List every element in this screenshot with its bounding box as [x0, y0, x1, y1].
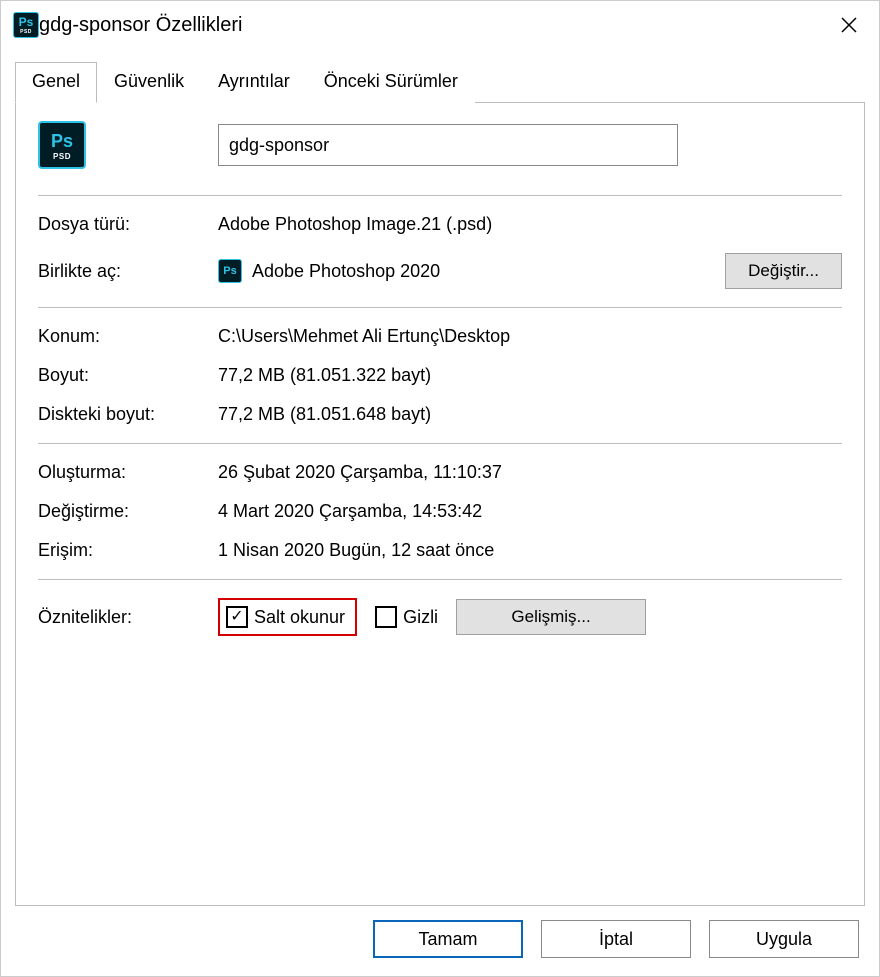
apply-button[interactable]: Uygula [709, 920, 859, 958]
tab-strip: Genel Güvenlik Ayrıntılar Önceki Sürümle… [15, 61, 865, 103]
psd-file-icon: PsPSD [13, 12, 39, 38]
size-value: 77,2 MB (81.051.322 bayt) [218, 365, 842, 386]
opens-with-row: Birlikte aç: Ps Adobe Photoshop 2020 Değ… [38, 253, 842, 289]
hidden-checkbox-wrap[interactable]: Gizli [375, 606, 438, 628]
file-type-label: Dosya türü: [38, 214, 218, 235]
tab-general-content: PsPSD Dosya türü: Adobe Photoshop Image.… [15, 103, 865, 906]
close-icon [839, 15, 859, 35]
readonly-label: Salt okunur [254, 607, 345, 628]
close-button[interactable] [829, 5, 869, 45]
dialog-footer: Tamam İptal Uygula [1, 906, 879, 976]
window-title: gdg-sponsor Özellikleri [39, 14, 829, 37]
tab-security[interactable]: Güvenlik [97, 62, 201, 103]
location-row: Konum: C:\Users\Mehmet Ali Ertunç\Deskto… [38, 326, 842, 347]
size-label: Boyut: [38, 365, 218, 386]
cancel-button[interactable]: İptal [541, 920, 691, 958]
opens-with-label: Birlikte aç: [38, 261, 218, 282]
hidden-checkbox[interactable] [375, 606, 397, 628]
change-button[interactable]: Değiştir... [725, 253, 842, 289]
accessed-row: Erişim: 1 Nisan 2020 Bugün, 12 saat önce [38, 540, 842, 561]
accessed-label: Erişim: [38, 540, 218, 561]
created-value: 26 Şubat 2020 Çarşamba, 11:10:37 [218, 462, 842, 483]
advanced-button[interactable]: Gelişmiş... [456, 599, 646, 635]
created-label: Oluşturma: [38, 462, 218, 483]
file-type-row: Dosya türü: Adobe Photoshop Image.21 (.p… [38, 214, 842, 235]
modified-row: Değiştirme: 4 Mart 2020 Çarşamba, 14:53:… [38, 501, 842, 522]
hidden-label: Gizli [403, 607, 438, 628]
modified-label: Değiştirme: [38, 501, 218, 522]
location-value: C:\Users\Mehmet Ali Ertunç\Desktop [218, 326, 842, 347]
tab-general[interactable]: Genel [15, 62, 97, 103]
separator [38, 579, 842, 580]
psd-large-icon: PsPSD [38, 121, 86, 169]
photoshop-app-icon: Ps [218, 259, 242, 283]
tab-area: Genel Güvenlik Ayrıntılar Önceki Sürümle… [1, 49, 879, 906]
readonly-checkbox[interactable]: ✓ [226, 606, 248, 628]
tab-previous-versions[interactable]: Önceki Sürümler [307, 62, 475, 103]
properties-dialog: PsPSD gdg-sponsor Özellikleri Genel Güve… [0, 0, 880, 977]
opens-with-value: Adobe Photoshop 2020 [252, 261, 715, 282]
tab-details[interactable]: Ayrıntılar [201, 62, 307, 103]
location-label: Konum: [38, 326, 218, 347]
titlebar: PsPSD gdg-sponsor Özellikleri [1, 1, 879, 49]
filename-row: PsPSD [38, 121, 842, 169]
ok-button[interactable]: Tamam [373, 920, 523, 958]
separator [38, 443, 842, 444]
separator [38, 307, 842, 308]
attributes-row: Öznitelikler: ✓ Salt okunur Gizli Gelişm… [38, 598, 842, 636]
modified-value: 4 Mart 2020 Çarşamba, 14:53:42 [218, 501, 842, 522]
size-on-disk-label: Diskteki boyut: [38, 404, 218, 425]
created-row: Oluşturma: 26 Şubat 2020 Çarşamba, 11:10… [38, 462, 842, 483]
size-on-disk-row: Diskteki boyut: 77,2 MB (81.051.648 bayt… [38, 404, 842, 425]
attributes-label: Öznitelikler: [38, 607, 218, 628]
size-row: Boyut: 77,2 MB (81.051.322 bayt) [38, 365, 842, 386]
separator [38, 195, 842, 196]
accessed-value: 1 Nisan 2020 Bugün, 12 saat önce [218, 540, 842, 561]
readonly-checkbox-wrap[interactable]: ✓ Salt okunur [218, 598, 357, 636]
filename-input[interactable] [218, 124, 678, 166]
size-on-disk-value: 77,2 MB (81.051.648 bayt) [218, 404, 842, 425]
file-type-value: Adobe Photoshop Image.21 (.psd) [218, 214, 842, 235]
